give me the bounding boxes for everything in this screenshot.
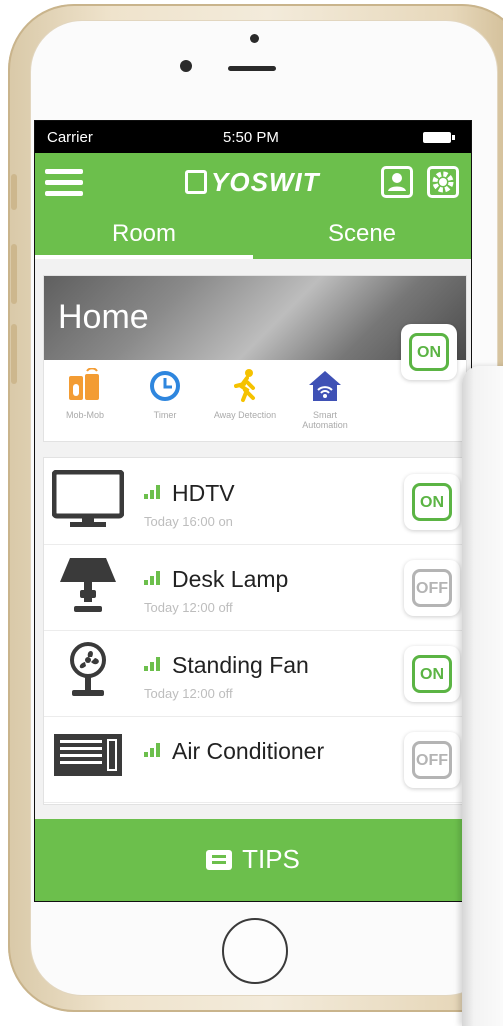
device-list: HDTV Today 16:00 on ON Desk Lamp Today 1… bbox=[43, 457, 467, 805]
device-schedule: Today 12:00 off bbox=[144, 686, 233, 701]
device-name: HDTV bbox=[172, 480, 235, 506]
toggle-label: ON bbox=[412, 655, 452, 693]
hamburger-menu-icon[interactable] bbox=[45, 169, 83, 197]
mute-switch bbox=[11, 174, 17, 210]
volume-up-button bbox=[11, 244, 17, 304]
home-master-toggle[interactable]: ON bbox=[401, 324, 457, 380]
device-name-row: Standing Fan bbox=[144, 652, 309, 679]
gear-icon bbox=[432, 171, 454, 193]
device-schedule: Today 12:00 off bbox=[144, 600, 233, 615]
carrier-label: Carrier bbox=[47, 129, 93, 146]
toggle-label: OFF bbox=[412, 741, 452, 779]
feature-label: Smart Automation bbox=[302, 410, 348, 430]
room-title: Home bbox=[58, 298, 149, 336]
tips-button[interactable]: TIPS bbox=[35, 819, 471, 901]
signal-icon bbox=[144, 657, 164, 671]
tips-label: TIPS bbox=[242, 844, 300, 874]
volume-down-button bbox=[11, 324, 17, 384]
battery-icon bbox=[423, 132, 455, 143]
device-toggle-hdtv[interactable]: ON bbox=[404, 474, 460, 530]
app-logo: YOSWIT bbox=[185, 167, 320, 198]
app-header: YOSWIT bbox=[35, 153, 471, 213]
feature-label: Mob-Mob bbox=[65, 410, 104, 420]
tab-room[interactable]: Room bbox=[35, 213, 253, 259]
device-row-air-conditioner[interactable]: Air Conditioner OFF bbox=[44, 716, 466, 803]
device-row-hdtv[interactable]: HDTV Today 16:00 on ON bbox=[44, 458, 466, 545]
device-name: Desk Lamp bbox=[172, 566, 289, 592]
status-bar: Carrier 5:50 PM bbox=[35, 121, 471, 153]
device-schedule: Today 16:00 on bbox=[144, 514, 233, 529]
proximity-sensor bbox=[250, 34, 259, 43]
home-card[interactable]: Home ON Mob-Mob Timer Away Detection Sma… bbox=[43, 275, 467, 442]
away-detection-icon bbox=[234, 369, 255, 402]
device-name-row: Air Conditioner bbox=[144, 738, 324, 765]
overlapping-device-panel bbox=[462, 366, 503, 1026]
device-toggle-desk-lamp[interactable]: OFF bbox=[404, 560, 460, 616]
feature-mob-mob[interactable]: Mob-Mob bbox=[50, 367, 120, 420]
device-toggle-air-conditioner[interactable]: OFF bbox=[404, 732, 460, 788]
chat-bubble-icon bbox=[206, 850, 233, 870]
tv-icon bbox=[52, 470, 124, 527]
room-content: Home ON Mob-Mob Timer Away Detection Sma… bbox=[35, 259, 471, 819]
device-name: Air Conditioner bbox=[172, 738, 325, 764]
signal-icon bbox=[144, 743, 164, 757]
smart-automation-icon bbox=[309, 371, 341, 401]
settings-button[interactable] bbox=[427, 166, 459, 198]
front-camera bbox=[180, 60, 192, 72]
signal-icon bbox=[144, 571, 164, 585]
feature-smart-automation[interactable]: Smart Automation bbox=[290, 368, 360, 430]
mob-mob-icon bbox=[69, 367, 99, 400]
clock: 5:50 PM bbox=[223, 129, 279, 146]
logo-mark-icon bbox=[185, 170, 207, 194]
device-name: Standing Fan bbox=[172, 652, 309, 678]
earpiece-speaker bbox=[228, 66, 276, 71]
fan-icon bbox=[70, 642, 106, 696]
toggle-label: OFF bbox=[412, 569, 452, 607]
signal-icon bbox=[144, 485, 164, 499]
timer-icon bbox=[150, 371, 180, 401]
device-row-standing-fan[interactable]: Standing Fan Today 12:00 off ON bbox=[44, 630, 466, 717]
lamp-icon bbox=[60, 558, 116, 612]
device-row-desk-lamp[interactable]: Desk Lamp Today 12:00 off OFF bbox=[44, 544, 466, 631]
user-profile-button[interactable] bbox=[381, 166, 413, 198]
room-scene-tabs: Room Scene bbox=[35, 213, 471, 259]
feature-away-detection[interactable]: Away Detection bbox=[210, 368, 280, 420]
app-screen: Carrier 5:50 PM YOSWIT Room Scene Home O… bbox=[34, 120, 472, 902]
toggle-label: ON bbox=[412, 483, 452, 521]
home-button bbox=[222, 918, 288, 984]
logo-text: YOSWIT bbox=[211, 167, 320, 197]
feature-label: Timer bbox=[153, 410, 177, 420]
device-name-row: Desk Lamp bbox=[144, 566, 288, 593]
device-name-row: HDTV bbox=[144, 480, 235, 507]
toggle-label: ON bbox=[409, 333, 449, 371]
feature-row: ON Mob-Mob Timer Away Detection Smart Au… bbox=[44, 324, 466, 438]
feature-label: Away Detection bbox=[213, 410, 277, 420]
feature-timer[interactable]: Timer bbox=[130, 368, 200, 420]
user-icon bbox=[388, 173, 406, 191]
tab-scene[interactable]: Scene bbox=[253, 213, 471, 259]
device-toggle-standing-fan[interactable]: ON bbox=[404, 646, 460, 702]
air-conditioner-icon bbox=[54, 734, 122, 776]
